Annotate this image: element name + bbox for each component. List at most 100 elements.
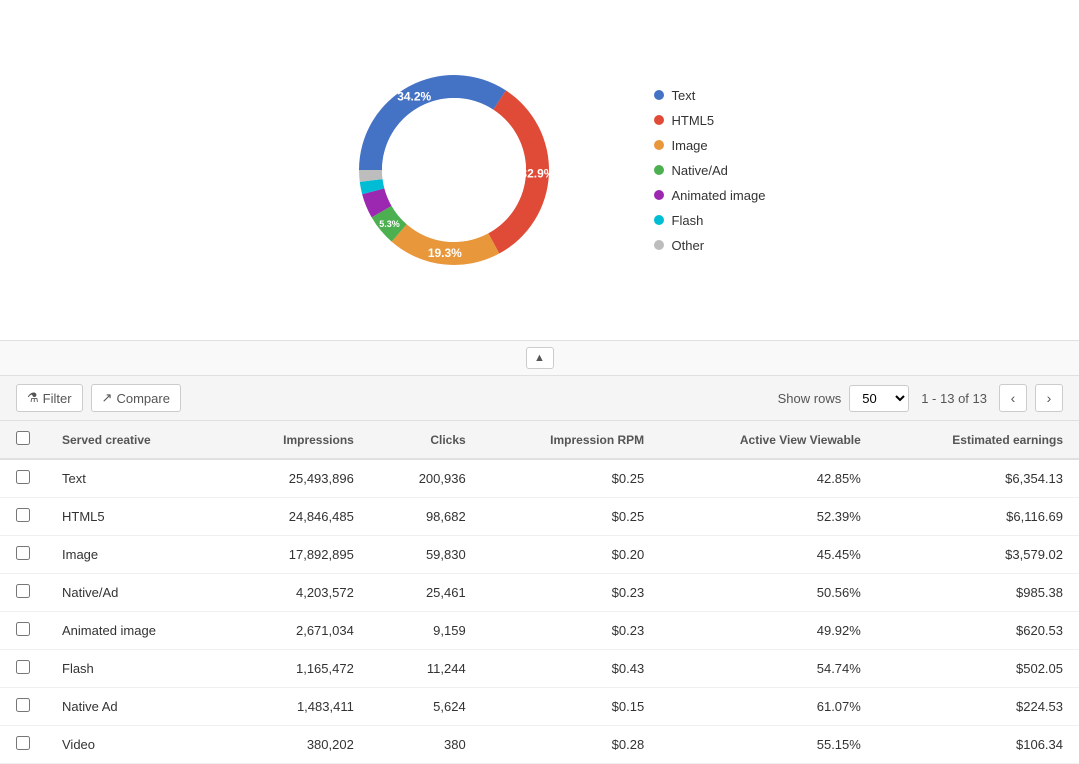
row-checkbox-cell[interactable] [0,459,46,498]
cell-served-creative: Native/Ad [46,574,224,612]
row-checkbox[interactable] [16,660,30,674]
cell-clicks: 200,936 [370,459,482,498]
chart-segment-label: 34.2% [397,90,431,104]
legend-dot-text [654,90,664,100]
cell-served-creative: Video [46,726,224,764]
row-checkbox-cell[interactable] [0,650,46,688]
table-row: Text 25,493,896 200,936 $0.25 42.85% $6,… [0,459,1079,498]
row-checkbox[interactable] [16,584,30,598]
legend-item-native-ad: Native/Ad [654,163,766,178]
cell-impressions: 25,493,896 [224,459,369,498]
compare-label: Compare [116,391,169,406]
row-checkbox[interactable] [16,622,30,636]
cell-clicks: 9,159 [370,612,482,650]
table-section: ⚗ Filter ↗ Compare Show rows 50 100 200 … [0,375,1079,764]
cell-estimated-earnings: $224.53 [877,688,1079,726]
table-row: Native Ad 1,483,411 5,624 $0.15 61.07% $… [0,688,1079,726]
row-checkbox-cell[interactable] [0,498,46,536]
chart-legend: Text HTML5 Image Native/Ad Animated imag… [654,88,766,253]
collapse-button[interactable]: ▲ [526,347,554,369]
header-clicks: Clicks [370,421,482,459]
cell-active-view-viewable: 54.74% [660,650,877,688]
cell-impression-rpm: $0.23 [482,574,660,612]
cell-active-view-viewable: 55.15% [660,726,877,764]
table-row: Animated image 2,671,034 9,159 $0.23 49.… [0,612,1079,650]
select-all-checkbox[interactable] [16,431,30,445]
donut-svg: 34.2%32.9%19.3%5.3% [314,30,594,310]
row-checkbox[interactable] [16,736,30,750]
table-row: Video 380,202 380 $0.28 55.15% $106.34 [0,726,1079,764]
filter-label: Filter [43,391,72,406]
chart-segment-label: 5.3% [379,219,400,229]
cell-impression-rpm: $0.23 [482,612,660,650]
legend-dot-native-ad [654,165,664,175]
cell-active-view-viewable: 49.92% [660,612,877,650]
cell-impressions: 1,165,472 [224,650,369,688]
cell-clicks: 25,461 [370,574,482,612]
cell-impression-rpm: $0.28 [482,726,660,764]
legend-label-other: Other [672,238,705,253]
legend-dot-image [654,140,664,150]
compare-icon: ↗ [102,390,113,406]
cell-estimated-earnings: $106.34 [877,726,1079,764]
row-checkbox-cell[interactable] [0,536,46,574]
legend-item-html5: HTML5 [654,113,766,128]
row-checkbox[interactable] [16,470,30,484]
table-header-row: Served creative Impressions Clicks Impre… [0,421,1079,459]
cell-clicks: 380 [370,726,482,764]
cell-served-creative: Text [46,459,224,498]
table-body: Text 25,493,896 200,936 $0.25 42.85% $6,… [0,459,1079,764]
cell-active-view-viewable: 52.39% [660,498,877,536]
row-checkbox-cell[interactable] [0,726,46,764]
toolbar: ⚗ Filter ↗ Compare Show rows 50 100 200 … [0,376,1079,421]
legend-label-text: Text [672,88,696,103]
previous-page-button[interactable]: ‹ [999,384,1027,412]
cell-impressions: 1,483,411 [224,688,369,726]
cell-served-creative: HTML5 [46,498,224,536]
cell-estimated-earnings: $3,579.02 [877,536,1079,574]
show-rows-label: Show rows [778,391,842,406]
header-active-view-viewable: Active View Viewable [660,421,877,459]
legend-label-image: Image [672,138,708,153]
rows-per-page-select[interactable]: 50 100 200 [849,385,909,412]
cell-clicks: 5,624 [370,688,482,726]
row-checkbox-cell[interactable] [0,574,46,612]
cell-estimated-earnings: $985.38 [877,574,1079,612]
cell-clicks: 59,830 [370,536,482,574]
legend-item-flash: Flash [654,213,766,228]
table-row: HTML5 24,846,485 98,682 $0.25 52.39% $6,… [0,498,1079,536]
legend-label-animated-image: Animated image [672,188,766,203]
row-checkbox[interactable] [16,508,30,522]
legend-item-animated-image: Animated image [654,188,766,203]
cell-estimated-earnings: $6,116.69 [877,498,1079,536]
row-checkbox-cell[interactable] [0,612,46,650]
compare-button[interactable]: ↗ Compare [91,384,181,412]
cell-active-view-viewable: 50.56% [660,574,877,612]
cell-served-creative: Animated image [46,612,224,650]
cell-impressions: 380,202 [224,726,369,764]
legend-item-text: Text [654,88,766,103]
table-row: Flash 1,165,472 11,244 $0.43 54.74% $502… [0,650,1079,688]
cell-served-creative: Native Ad [46,688,224,726]
legend-label-flash: Flash [672,213,704,228]
row-checkbox[interactable] [16,698,30,712]
cell-served-creative: Flash [46,650,224,688]
header-impression-rpm: Impression RPM [482,421,660,459]
row-checkbox[interactable] [16,546,30,560]
donut-chart: 34.2%32.9%19.3%5.3% [314,30,594,310]
legend-item-other: Other [654,238,766,253]
filter-button[interactable]: ⚗ Filter [16,384,83,412]
pagination-info: 1 - 13 of 13 [921,391,987,406]
cell-served-creative: Image [46,536,224,574]
header-impressions: Impressions [224,421,369,459]
row-checkbox-cell[interactable] [0,688,46,726]
header-estimated-earnings: Estimated earnings [877,421,1079,459]
legend-dot-other [654,240,664,250]
next-page-button[interactable]: › [1035,384,1063,412]
legend-dot-flash [654,215,664,225]
toolbar-right: Show rows 50 100 200 1 - 13 of 13 ‹ › [778,384,1063,412]
cell-impression-rpm: $0.15 [482,688,660,726]
cell-impression-rpm: $0.43 [482,650,660,688]
cell-clicks: 98,682 [370,498,482,536]
filter-icon: ⚗ [27,390,39,406]
